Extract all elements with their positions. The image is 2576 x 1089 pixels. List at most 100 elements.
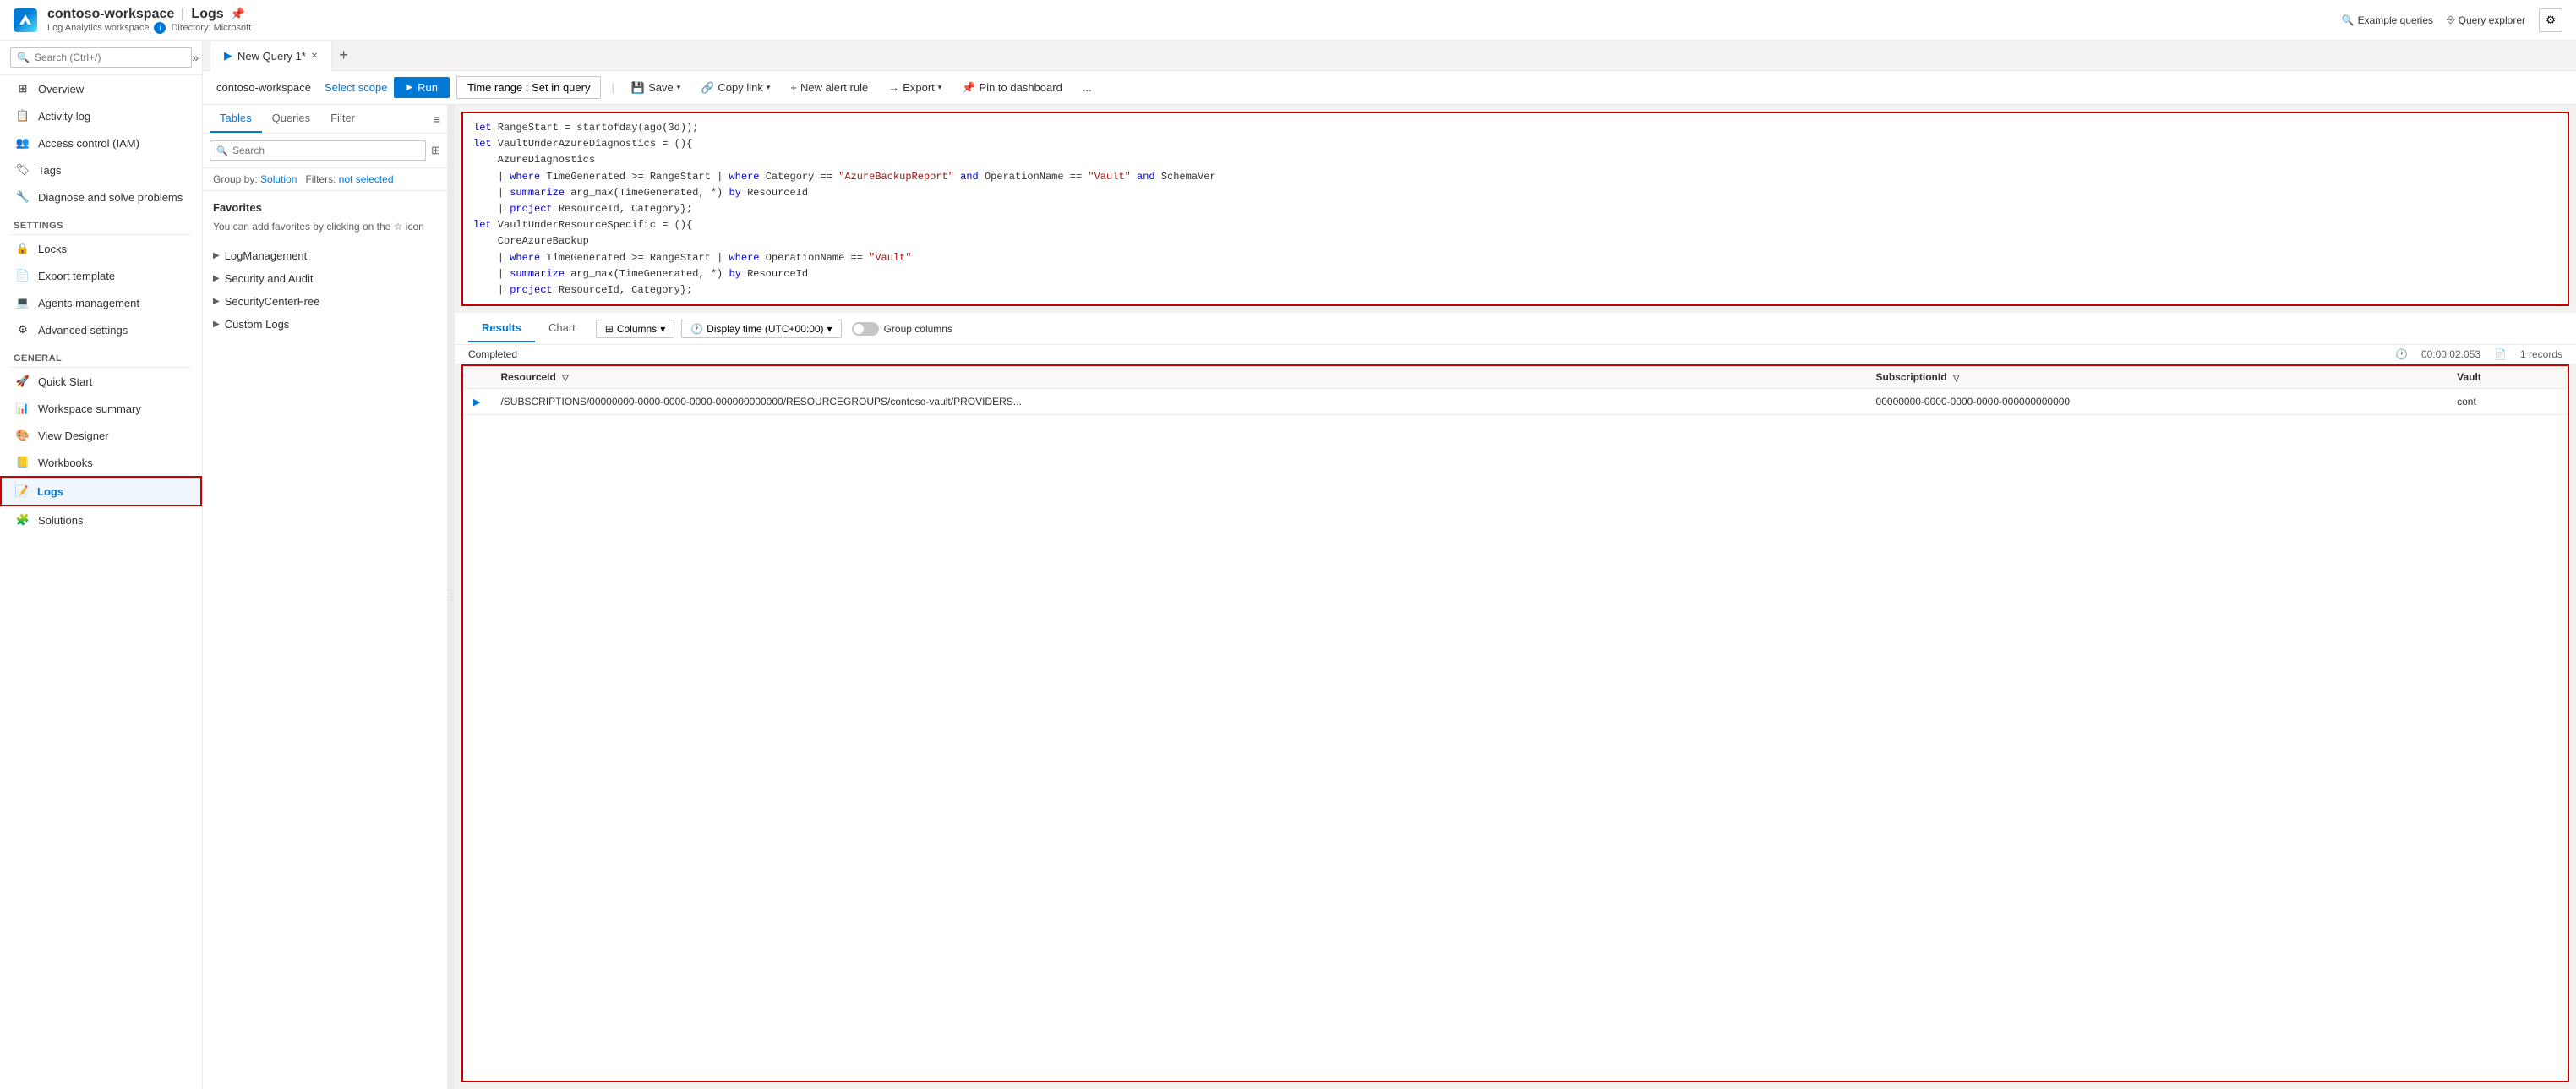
filters-label: Filters: [305,173,336,185]
tab-icon: ▶ [224,49,232,63]
row-expand-button[interactable]: ▶ [473,397,480,408]
columns-button[interactable]: ⊞ Columns ▾ [596,320,674,338]
chart-tab[interactable]: Chart [535,315,589,342]
subscriptionid-cell: 00000000-0000-0000-0000-000000000000 [1866,389,2448,415]
access-control-icon: 👥 [16,136,30,150]
sidebar-item-label: Access control (IAM) [38,137,139,150]
more-options-button[interactable]: ... [1076,78,1099,97]
resize-dots: ⋮ [448,593,455,602]
resourceid-filter-icon[interactable]: ▽ [562,374,569,383]
tree-arrow-icon: ▶ [213,297,220,306]
tree-item-custom-logs[interactable]: ▶ Custom Logs [203,313,447,336]
sidebar-item-label: Workbooks [38,457,93,469]
tables-tab[interactable]: Tables [210,105,262,133]
select-scope-button[interactable]: Select scope [325,81,387,94]
breadcrumb-separator: | [181,7,184,22]
tab-bar: ▶ New Query 1* ✕ + [203,41,2576,71]
sidebar-item-label: Workspace summary [38,402,141,415]
tree-item-label: Security and Audit [225,272,314,285]
left-panel-collapse[interactable]: ≡ [434,105,440,133]
example-queries-button[interactable]: 🔍 Example queries [2342,14,2433,26]
row-expand-cell: ▶ [463,389,490,415]
sidebar-item-workbooks[interactable]: 📒 Workbooks [0,449,202,476]
code-line-11: | project ResourceId, Category}; [473,282,2557,298]
panel-resize-handle[interactable]: ⋮ [448,105,455,1089]
sidebar-item-access-control[interactable]: 👥 Access control (IAM) [0,129,202,156]
agents-icon: 💻 [16,296,30,309]
columns-label: Columns [617,323,657,335]
group-columns-toggle: Group columns [852,322,952,336]
group-columns-switch[interactable] [852,322,879,336]
time-range-button[interactable]: Time range : Set in query [456,76,601,99]
copy-link-dropdown-icon: ▾ [767,83,771,92]
workspace-summary-icon: 📊 [16,402,30,415]
tree-item-security-center-free[interactable]: ▶ SecurityCenterFree [203,290,447,313]
sidebar-item-view-designer[interactable]: 🎨 View Designer [0,422,202,449]
export-template-icon: 📄 [16,269,30,282]
new-alert-rule-button[interactable]: + New alert rule [783,78,875,97]
sidebar-item-label: Export template [38,270,115,282]
sidebar-item-agents-management[interactable]: 💻 Agents management [0,289,202,316]
filter-tab[interactable]: Filter [320,105,365,133]
tree-item-security-audit[interactable]: ▶ Security and Audit [203,267,447,290]
queries-tab[interactable]: Queries [262,105,321,133]
settings-gear-button[interactable]: ⚙ [2539,8,2562,32]
run-button[interactable]: ▶ Run [394,77,450,98]
save-label: Save [648,81,674,94]
group-by-value[interactable]: Solution [260,173,297,185]
left-panel-search-icon: 🔍 [216,145,228,156]
pin-icon[interactable]: 📌 [231,7,245,21]
view-designer-icon: 🎨 [16,429,30,442]
code-line-1: let RangeStart = startofday(ago(3d)); [473,120,2557,136]
display-time-button[interactable]: 🕐 Display time (UTC+00:00) ▾ [681,320,841,338]
sidebar-item-tags[interactable]: 🏷 Tags [0,156,202,183]
tab-close-icon[interactable]: ✕ [311,52,318,61]
sidebar-item-activity-log[interactable]: 📋 Activity log [0,102,202,129]
breadcrumb-area: contoso-workspace | Logs 📌 Log Analytics… [47,7,251,34]
tree-item-logmanagement[interactable]: ▶ LogManagement [203,244,447,267]
sidebar-item-solutions[interactable]: 🧩 Solutions [0,506,202,534]
run-play-icon: ▶ [406,83,412,92]
query-editor[interactable]: let RangeStart = startofday(ago(3d)); le… [461,112,2569,306]
filter-options-icon[interactable]: ⊞ [431,144,440,157]
favorites-hint: You can add favorites by clicking on the… [213,219,437,234]
table-header-row: ResourceId ▽ SubscriptionId ▽ Vault [463,366,2568,389]
pin-to-dashboard-button[interactable]: 📌 Pin to dashboard [955,78,1068,98]
tree-item-label: SecurityCenterFree [225,295,320,308]
tree-arrow-icon: ▶ [213,320,220,329]
results-tab[interactable]: Results [468,315,535,342]
activity-log-icon: 📋 [16,109,30,123]
solutions-icon: 🧩 [16,513,30,527]
query-tab[interactable]: ▶ New Query 1* ✕ [210,41,332,71]
left-panel-search-input[interactable] [210,140,426,161]
query-explorer-button[interactable]: ⎆ Query explorer [2447,14,2525,26]
gear-icon: ⚙ [2546,14,2556,27]
tab-label: New Query 1* [237,50,306,63]
export-button[interactable]: → Export ▾ [881,78,948,97]
resourceid-cell: /SUBSCRIPTIONS/00000000-0000-0000-0000-0… [490,389,1865,415]
sidebar-item-advanced-settings[interactable]: ⚙ Advanced settings [0,316,202,343]
copy-link-button[interactable]: 🔗 Copy link ▾ [694,78,777,98]
duration-icon: 🕐 [2395,348,2408,360]
sidebar-search-input[interactable] [10,47,192,68]
columns-icon: ⊞ [605,323,614,335]
sidebar-item-overview[interactable]: ⊞ Overview [0,75,202,102]
add-tab-button[interactable]: + [332,47,355,64]
sidebar-item-label: Tags [38,164,61,177]
group-columns-label: Group columns [884,323,952,335]
sidebar-item-export-template[interactable]: 📄 Export template [0,262,202,289]
query-explorer-label: Query explorer [2459,14,2525,26]
alert-label: New alert rule [800,81,868,94]
sidebar-collapse-button[interactable]: » [192,51,199,64]
subscriptionid-filter-icon[interactable]: ▽ [1953,374,1960,383]
sidebar-item-workspace-summary[interactable]: 📊 Workspace summary [0,395,202,422]
save-button[interactable]: 💾 Save ▾ [625,78,687,98]
sidebar-item-locks[interactable]: 🔒 Locks [0,235,202,262]
sidebar-item-logs[interactable]: 📝 Logs [0,476,202,506]
status-text: Completed [468,348,517,360]
sidebar-item-quick-start[interactable]: 🚀 Quick Start [0,368,202,395]
tree-item-label: LogManagement [225,249,308,262]
favorites-section: Favorites You can add favorites by click… [203,191,447,244]
sidebar-item-diagnose[interactable]: 🔧 Diagnose and solve problems [0,183,202,211]
filters-value[interactable]: not selected [339,173,394,185]
